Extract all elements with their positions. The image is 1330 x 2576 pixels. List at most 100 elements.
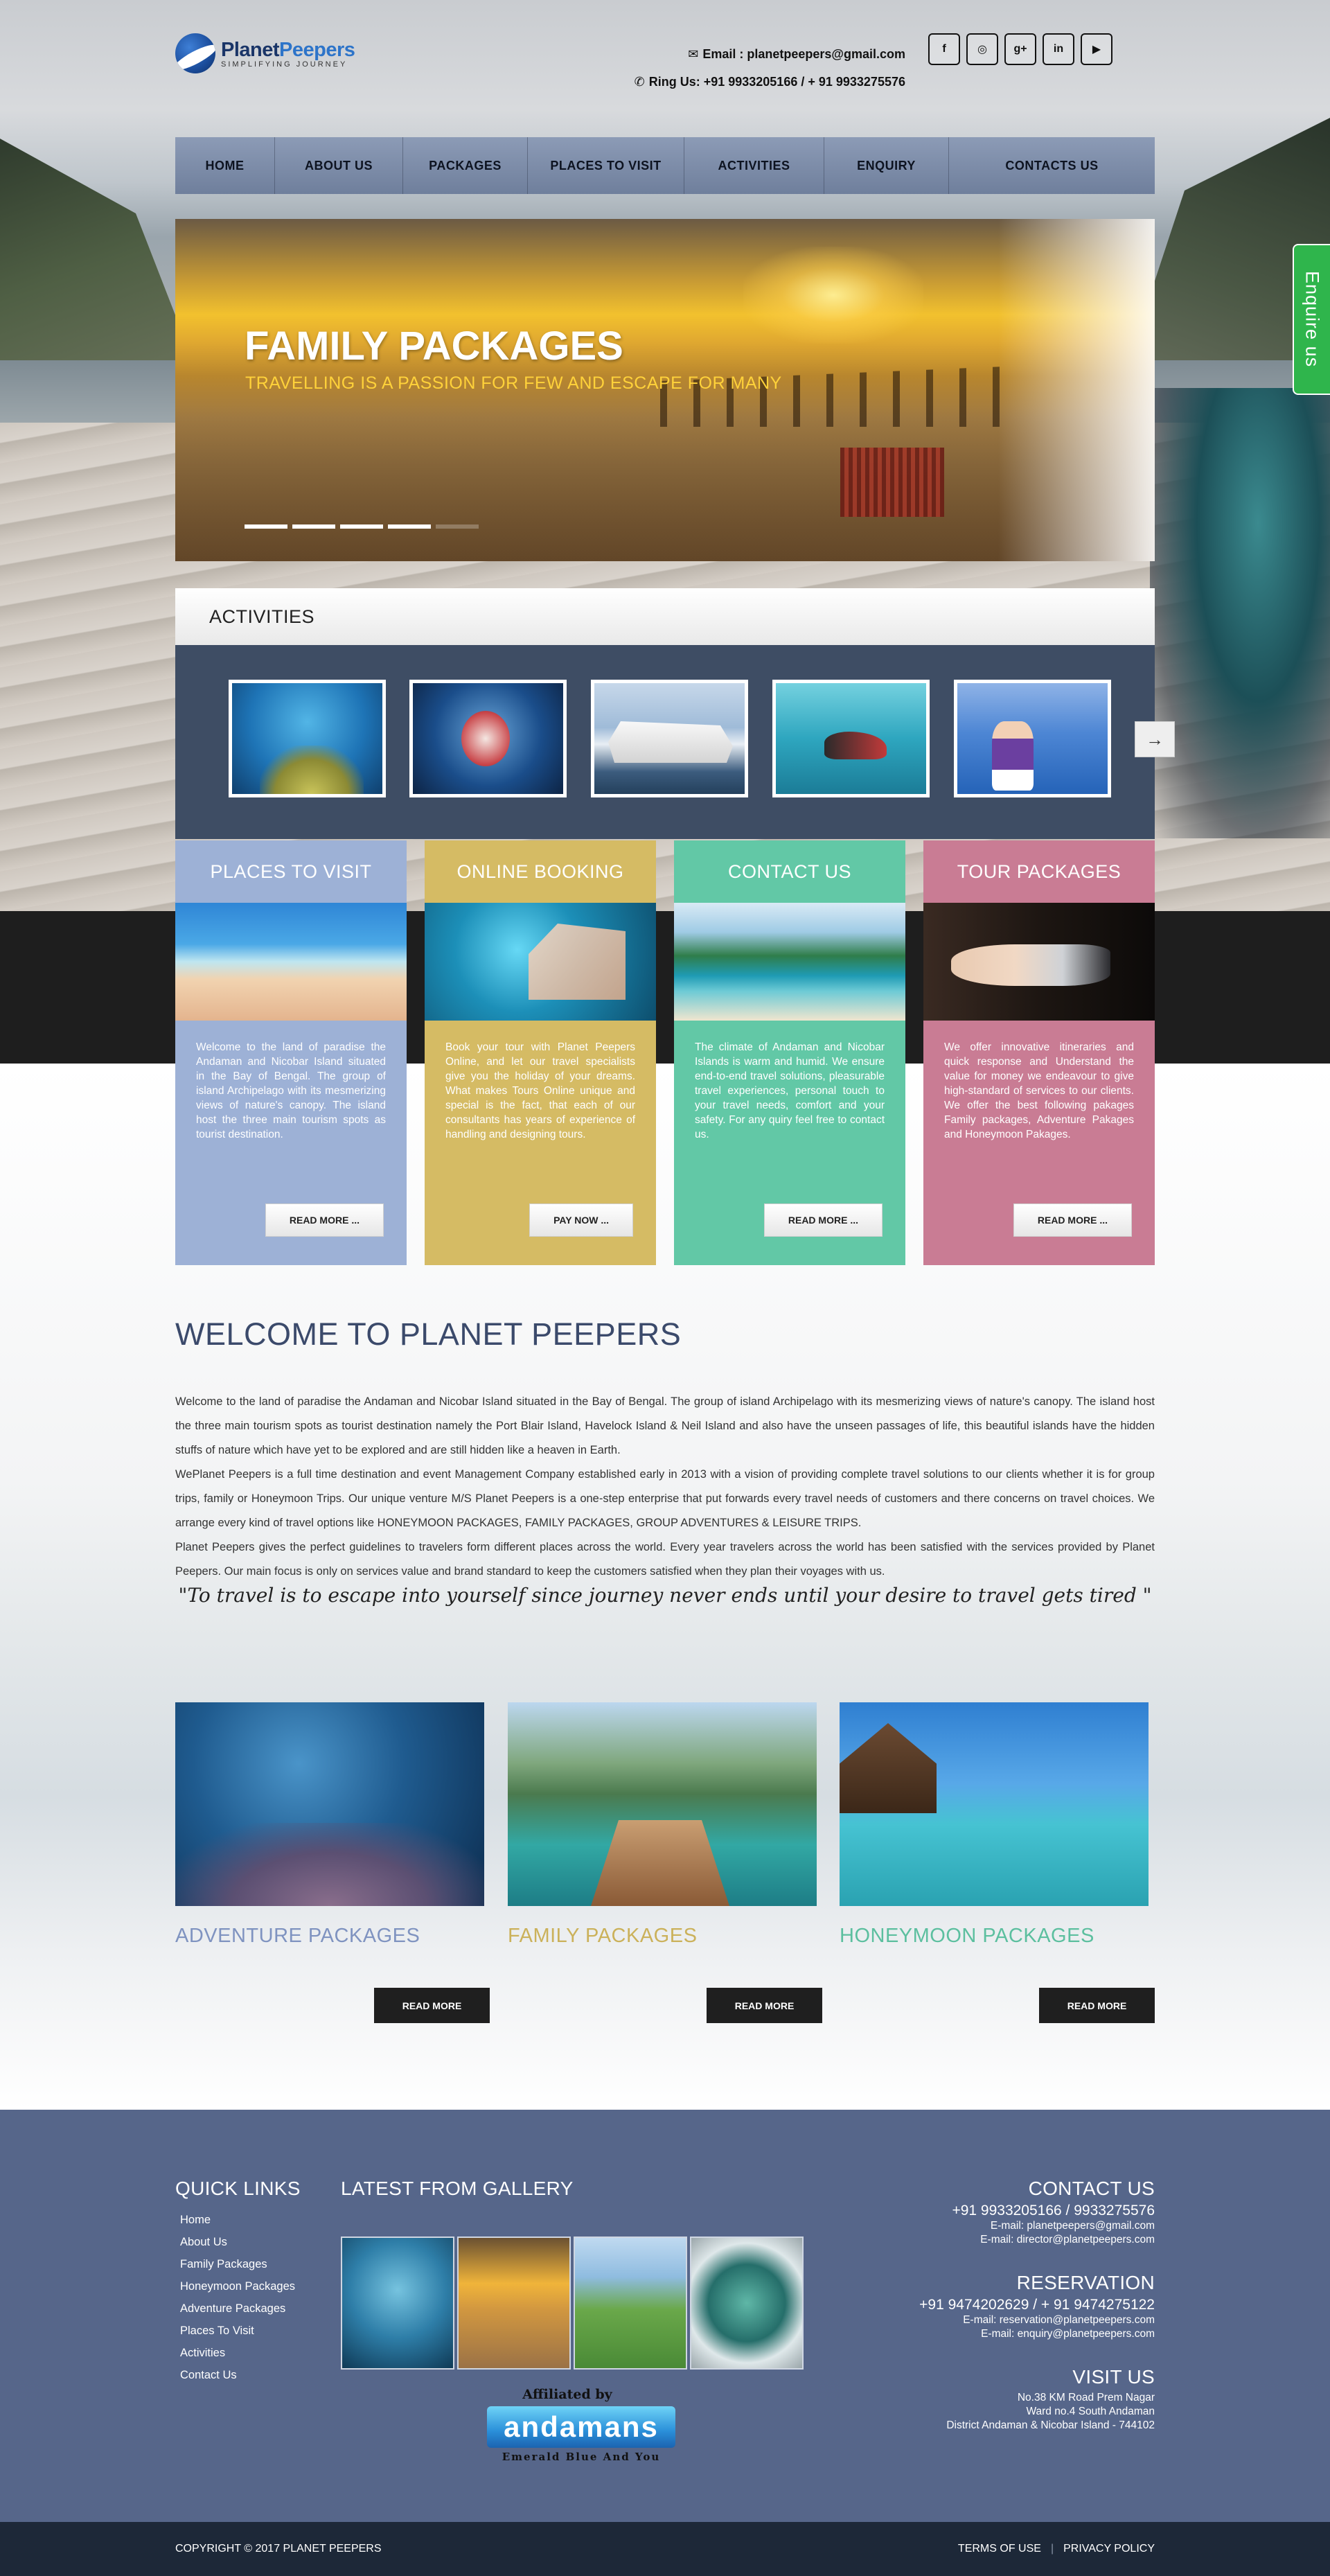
footer-address-line: No.38 KM Road Prem Nagar	[1017, 2392, 1155, 2403]
card-image-island	[674, 903, 905, 1021]
welcome-body: Welcome to the land of paradise the Anda…	[175, 1390, 1155, 1584]
bottom-bar: COPYRIGHT © 2017 PLANET PEEPERS TERMS OF…	[0, 2522, 1330, 2576]
footer-link-about-us[interactable]: About Us	[180, 2231, 295, 2253]
footer-visit-title: VISIT US	[1072, 2366, 1155, 2388]
youtube-icon[interactable]: ▶	[1081, 33, 1112, 65]
footer-reservation-email[interactable]: E-mail: enquiry@planetpeepers.com	[919, 2327, 1155, 2341]
instagram-icon[interactable]: ◎	[966, 33, 998, 65]
footer-link-adventure-packages[interactable]: Adventure Packages	[180, 2297, 295, 2320]
google-plus-icon[interactable]: g+	[1004, 33, 1036, 65]
footer-reservation: RESERVATION +91 9474202629 / + 91 947427…	[919, 2272, 1155, 2341]
card-text: The climate of Andaman and Nicobar Islan…	[695, 1041, 885, 1140]
card-text: Welcome to the land of paradise the Anda…	[196, 1041, 386, 1140]
footer-link-family-packages[interactable]: Family Packages	[180, 2253, 295, 2275]
header-email[interactable]: ✉ Email : planetpeepers@gmail.com	[635, 40, 905, 68]
family-package-image[interactable]	[508, 1702, 817, 1906]
activity-jet-ski[interactable]	[772, 680, 930, 797]
travel-gear	[1150, 388, 1330, 838]
gallery-thumb-porthole[interactable]	[690, 2237, 804, 2370]
slide-subtitle: TRAVELLING IS A PASSION FOR FEW AND ESCA…	[245, 373, 782, 393]
nav-home[interactable]: HOME	[175, 137, 275, 194]
andamans-logo: andamans	[487, 2406, 675, 2448]
footer-reservation-email[interactable]: E-mail: reservation@planetpeepers.com	[919, 2313, 1155, 2327]
honeymoon-read-more-button[interactable]: READ MORE	[1039, 1988, 1155, 2023]
nav-contacts-us[interactable]: CONTACTS US	[949, 137, 1155, 194]
activity-sea-walk[interactable]	[409, 680, 567, 797]
slider-dot-5[interactable]	[436, 524, 479, 529]
social-links: f ◎ g+ in ▶	[928, 33, 1119, 65]
activities-carousel: →	[175, 645, 1175, 839]
facebook-icon[interactable]: f	[928, 33, 960, 65]
quick-links-list: Home About Us Family Packages Honeymoon …	[180, 2209, 295, 2386]
welcome-title: WELCOME TO PLANET PEEPERS	[175, 1316, 682, 1352]
brand-name: PlanetPeepers	[221, 38, 355, 61]
card-tour-packages: TOUR PACKAGES We offer innovative itiner…	[923, 840, 1155, 1265]
phone-icon: ✆	[634, 75, 645, 89]
envelope-icon: ✉	[688, 47, 699, 61]
gallery-thumb-sunset[interactable]	[457, 2237, 571, 2370]
affiliate-badge[interactable]: Affiliated by andamans Emerald Blue And …	[487, 2387, 675, 2473]
nav-about-us[interactable]: ABOUT US	[275, 137, 403, 194]
travel-quote: "To travel is to escape into yourself si…	[178, 1584, 1152, 1607]
slider-dot-1[interactable]	[245, 524, 287, 529]
honeymoon-package-title[interactable]: HONEYMOON PACKAGES	[840, 1925, 1094, 1948]
copyright-text: COPYRIGHT © 2017 PLANET PEEPERS	[175, 2543, 382, 2555]
card-image-keys	[923, 903, 1155, 1021]
nav-packages[interactable]: PACKAGES	[403, 137, 528, 194]
read-more-button[interactable]: READ MORE ...	[1013, 1203, 1132, 1237]
read-more-button[interactable]: READ MORE ...	[265, 1203, 384, 1237]
brand-tagline: SIMPLIFYING JOURNEY	[221, 60, 348, 69]
hero-slider: FAMILY PACKAGES TRAVELLING IS A PASSION …	[175, 219, 1155, 561]
slider-dot-4[interactable]	[388, 524, 431, 529]
mountain-left	[0, 139, 194, 388]
adventure-read-more-button[interactable]: READ MORE	[374, 1988, 490, 2023]
terms-of-use-link[interactable]: TERMS OF USE	[958, 2543, 1041, 2555]
honeymoon-package-image[interactable]	[840, 1702, 1149, 1906]
footer-reservation-phone[interactable]: +91 9474202629 / + 91 9474275122	[919, 2297, 1155, 2313]
card-title[interactable]: ONLINE BOOKING	[425, 840, 656, 903]
header-phone[interactable]: ✆ Ring Us: +91 9933205166 / + 91 99332755…	[635, 68, 905, 96]
quick-links-title: QUICK LINKS	[175, 2178, 301, 2199]
affiliated-by-label: Affiliated by	[522, 2387, 612, 2402]
adventure-package-image[interactable]	[175, 1702, 484, 1906]
family-package-title[interactable]: FAMILY PACKAGES	[508, 1925, 697, 1948]
card-title[interactable]: CONTACT US	[674, 840, 905, 903]
footer-reservation-title: RESERVATION	[1016, 2272, 1155, 2293]
carousel-next-arrow-icon[interactable]: →	[1135, 721, 1175, 757]
card-contact-us: CONTACT US The climate of Andaman and Ni…	[674, 840, 905, 1265]
footer-link-contact-us[interactable]: Contact Us	[180, 2364, 295, 2386]
legal-separator: |	[1050, 2543, 1054, 2555]
slider-dot-2[interactable]	[292, 524, 335, 529]
adventure-package-title[interactable]: ADVENTURE PACKAGES	[175, 1925, 420, 1948]
footer-link-home[interactable]: Home	[180, 2209, 295, 2231]
footer-contact-phone[interactable]: +91 9933205166 / 9933275576	[952, 2203, 1155, 2219]
gallery-thumb-diver[interactable]	[341, 2237, 454, 2370]
nav-enquiry[interactable]: ENQUIRY	[824, 137, 949, 194]
footer-link-activities[interactable]: Activities	[180, 2342, 295, 2364]
pay-now-button[interactable]: PAY NOW ...	[529, 1203, 633, 1237]
nav-places-to-visit[interactable]: PLACES TO VISIT	[528, 137, 684, 194]
read-more-button[interactable]: READ MORE ...	[763, 1203, 883, 1237]
slider-dot-3[interactable]	[340, 524, 383, 529]
enquire-tab[interactable]: Enquire us	[1293, 244, 1330, 395]
activity-fishing[interactable]	[954, 680, 1111, 797]
main-nav: HOME ABOUT US PACKAGES PLACES TO VISIT A…	[175, 137, 1155, 194]
family-read-more-button[interactable]: READ MORE	[707, 1988, 822, 2023]
activity-cruise[interactable]	[591, 680, 748, 797]
welcome-paragraph: Welcome to the land of paradise the Anda…	[175, 1395, 1155, 1456]
card-image-online	[425, 903, 656, 1021]
site-logo[interactable]: PlanetPeepers SIMPLIFYING JOURNEY	[175, 33, 355, 73]
linkedin-icon[interactable]: in	[1043, 33, 1074, 65]
gallery-thumb-trek[interactable]	[574, 2237, 687, 2370]
privacy-policy-link[interactable]: PRIVACY POLICY	[1063, 2543, 1155, 2555]
footer-contact-email[interactable]: E-mail: planetpeepers@gmail.com	[952, 2219, 1155, 2233]
footer-contact-title: CONTACT US	[1028, 2178, 1155, 2199]
header-contact: ✉ Email : planetpeepers@gmail.com ✆ Ring U…	[635, 40, 905, 96]
card-title[interactable]: TOUR PACKAGES	[923, 840, 1155, 903]
footer-link-honeymoon-packages[interactable]: Honeymoon Packages	[180, 2275, 295, 2297]
card-title[interactable]: PLACES TO VISIT	[175, 840, 407, 903]
footer-contact-email[interactable]: E-mail: director@planetpeepers.com	[952, 2233, 1155, 2247]
nav-activities[interactable]: ACTIVITIES	[684, 137, 824, 194]
footer-link-places-to-visit[interactable]: Places To Visit	[180, 2320, 295, 2342]
activity-scuba-diving[interactable]	[229, 680, 386, 797]
